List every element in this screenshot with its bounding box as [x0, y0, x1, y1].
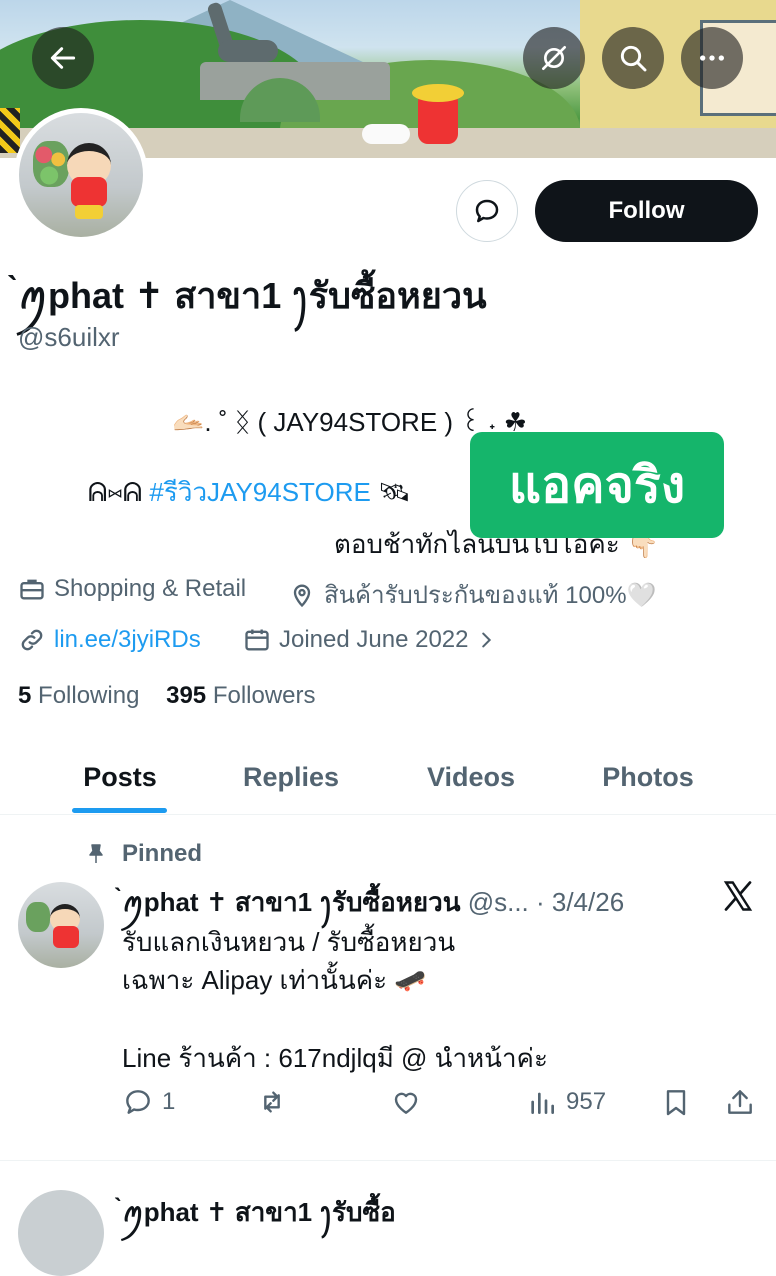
share-icon: [728, 1090, 752, 1114]
chevron-right-icon: [481, 632, 491, 648]
search-icon: [620, 45, 647, 72]
post-author-avatar[interactable]: [18, 882, 104, 968]
avatar-bouquet: [33, 141, 69, 187]
views-count: 957: [566, 1088, 607, 1115]
reply-icon: [126, 1090, 150, 1114]
pinned-indicator: Pinned: [84, 840, 202, 868]
tab-posts[interactable]: Posts: [60, 740, 180, 814]
banner-character-hat: [412, 84, 464, 102]
tab-videos[interactable]: Videos: [405, 740, 537, 814]
chat-bubble-icon: [475, 199, 499, 223]
bio-suffix: 🛰: [370, 477, 412, 507]
post-text-line: Line ร้านค้า : 617ndjlqมี @ นำหน้าค่ะ: [122, 1043, 548, 1073]
post-text-line: เฉพาะ Alipay เท่านั้นค่ะ 🛹: [122, 965, 427, 995]
calendar-icon: [245, 629, 269, 651]
views-button[interactable]: 957: [526, 1086, 606, 1118]
post-text-line: รับแลกเงินหยวน / รับซื้อหยวน: [122, 927, 456, 957]
active-tab-indicator: [72, 808, 167, 813]
bio-prefix: ᕱ⑅ᕱ: [88, 477, 150, 507]
bell-off-icon: [542, 46, 566, 70]
banner-dog: [362, 124, 410, 144]
category-label: Shopping & Retail: [54, 575, 247, 602]
post-author-name[interactable]: ̀ꪑphat ✝︎ สาขา1 ꫂรับซื้อหยวน: [122, 887, 460, 917]
bio-line: 🫴🏻. ˚ ᛝ ( JAY94STORE ) ꒰ ˖ ☘: [172, 407, 528, 437]
pin-icon: [89, 844, 103, 863]
back-button[interactable]: [32, 27, 94, 89]
followers-label: Followers: [212, 682, 316, 709]
more-button[interactable]: [681, 27, 743, 89]
avatar-bouquet: [26, 902, 50, 932]
bookmark-icon: [666, 1090, 686, 1116]
next-post-author[interactable]: ̀ꪑphat ✝︎ สาขา1 ꫂรับซื้อ: [122, 1188, 396, 1242]
link-icon: [21, 629, 43, 651]
repost-button[interactable]: [256, 1086, 296, 1118]
analytics-icon: [531, 1092, 554, 1114]
following-link[interactable]: 5 Following: [18, 682, 139, 709]
profile-category: Shopping & Retail: [18, 575, 246, 603]
post-handle-date: @s... · 3/4/26: [460, 887, 625, 917]
heart-icon: [394, 1092, 418, 1114]
location-pin-icon: [293, 584, 311, 607]
avatar-character-body: [53, 926, 79, 948]
profile-joined[interactable]: Joined June 2022: [243, 626, 505, 654]
profile-avatar[interactable]: [14, 108, 148, 242]
bookmark-button[interactable]: [660, 1086, 700, 1118]
briefcase-icon: [20, 579, 44, 600]
repost-icon: [264, 1091, 280, 1113]
search-button[interactable]: [602, 27, 664, 89]
follow-counts: 5 Following 395 Followers: [18, 682, 316, 710]
reply-button[interactable]: 1: [122, 1086, 175, 1118]
followers-link[interactable]: 395 Followers: [166, 682, 315, 709]
avatar-character-legs: [75, 205, 103, 219]
post-divider: [0, 1160, 776, 1161]
location-label: สินค้ารับประกันของแท้ 100%🤍: [324, 582, 657, 609]
tab-replies[interactable]: Replies: [225, 740, 357, 814]
verified-overlay-sticker: แอคจริง: [470, 432, 724, 538]
bio-line: ᕱ⑅ᕱ #รีวิวJAY94STORE 🛰: [88, 472, 411, 513]
ellipsis-icon: [700, 55, 724, 61]
profile-tabs: Posts Replies Videos Photos: [0, 740, 776, 815]
follow-button[interactable]: Follow: [535, 180, 758, 242]
banner-dinosaur-body: [218, 40, 278, 62]
banner-barrier: [0, 108, 20, 153]
joined-label: Joined June 2022: [279, 626, 469, 653]
arrow-left-icon: [50, 47, 76, 69]
followers-count: 395: [166, 682, 207, 709]
profile-location: สินค้ารับประกันของแท้ 100%🤍: [288, 575, 656, 614]
bio-hashtag-link[interactable]: #รีวิวJAY94STORE: [149, 477, 370, 507]
following-count: 5: [18, 682, 32, 709]
x-logo-icon: [723, 881, 753, 911]
share-button[interactable]: [724, 1086, 764, 1118]
profile-handle: @s6uilxr: [18, 322, 120, 352]
next-post-avatar[interactable]: [18, 1190, 104, 1276]
like-button[interactable]: [390, 1086, 430, 1118]
pinned-label: Pinned: [122, 840, 203, 867]
message-button[interactable]: [456, 180, 518, 242]
notifications-button[interactable]: [523, 27, 585, 89]
website-link[interactable]: lin.ee/3jyiRDs: [54, 626, 201, 654]
following-label: Following: [38, 682, 140, 709]
reply-count: 1: [162, 1088, 176, 1115]
avatar-character-body: [71, 177, 107, 207]
tab-photos[interactable]: Photos: [582, 740, 714, 814]
profile-link[interactable]: lin.ee/3jyiRDs: [18, 626, 201, 654]
